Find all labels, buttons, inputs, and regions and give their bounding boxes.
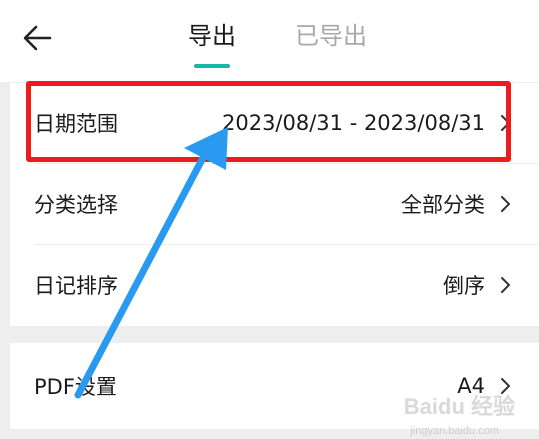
pdf-settings-label: PDF设置 — [34, 375, 117, 399]
category-select-label: 分类选择 — [34, 193, 118, 217]
tab-active-indicator — [194, 64, 230, 68]
arrow-left-icon — [23, 25, 52, 51]
date-range-label: 日期范围 — [34, 112, 118, 136]
category-select-value: 全部分类 — [401, 193, 485, 217]
export-settings-list: 日期范围 2023/08/31 - 2023/08/31 分类选择 全部分类 日… — [10, 83, 539, 326]
top-bar: 导出 已导出 — [0, 0, 539, 82]
pdf-settings-value: A4 — [457, 374, 485, 398]
diary-sort-row[interactable]: 日记排序 倒序 — [10, 245, 539, 325]
tab-exported[interactable]: 已导出 — [295, 17, 367, 55]
back-button[interactable] — [18, 18, 58, 58]
chevron-right-icon — [501, 378, 510, 394]
date-range-value: 2023/08/31 - 2023/08/31 — [221, 111, 485, 135]
category-select-row[interactable]: 分类选择 全部分类 — [10, 164, 539, 244]
chevron-right-icon — [501, 115, 510, 131]
chevron-right-icon — [501, 196, 510, 212]
chevron-right-icon — [501, 277, 510, 293]
diary-sort-value: 倒序 — [443, 274, 485, 298]
pdf-settings-section: PDF设置 A4 — [10, 343, 539, 429]
diary-sort-label: 日记排序 — [34, 274, 118, 298]
pdf-settings-row[interactable]: PDF设置 A4 — [10, 346, 539, 426]
tab-export[interactable]: 导出 — [188, 17, 236, 55]
date-range-row[interactable]: 日期范围 2023/08/31 - 2023/08/31 — [10, 83, 539, 163]
